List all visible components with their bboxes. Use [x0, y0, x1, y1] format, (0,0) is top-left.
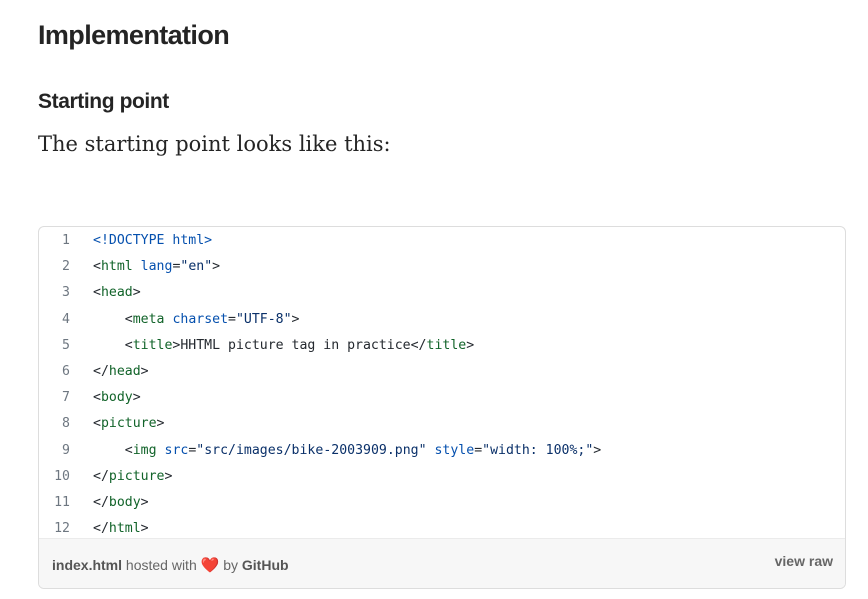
body-paragraph: The starting point looks like this:: [38, 132, 391, 156]
code-line: 3 <head>: [39, 280, 845, 306]
line-number: 7: [62, 390, 70, 406]
gist-embed: 1 <!DOCTYPE html> 2 <html lang="en"> 3 <head>…: [38, 226, 846, 589]
gist-filename-link[interactable]: index.html: [52, 557, 122, 573]
code-token: >HHTML picture tag in practice</: [172, 337, 427, 353]
code-token: </: [93, 468, 109, 484]
code-token: head: [108, 363, 141, 379]
line-number: 10: [54, 468, 70, 484]
code-text: </body>: [93, 490, 149, 516]
code-text: </picture>: [93, 464, 172, 490]
line-number: 9: [62, 442, 70, 458]
code-text: <html lang="en">: [93, 254, 220, 280]
code-block: 1 <!DOCTYPE html> 2 <html lang="en"> 3 <head>…: [39, 227, 845, 541]
line-number: 3: [62, 285, 70, 301]
code-token: <!DOCTYPE html>: [93, 233, 213, 248]
code-text: <meta charset="UTF-8">: [93, 307, 300, 333]
code-line: 2 <html lang="en">: [39, 254, 845, 280]
code-token: >: [140, 521, 149, 537]
code-token: >: [291, 311, 300, 327]
code-line: 9 <img src = "src/images/bike-2003909.png"…: [39, 438, 845, 464]
code-line: 4 <meta charset="UTF-8">: [39, 307, 845, 333]
by-text: by: [223, 557, 238, 573]
code-line: 6 </head>: [39, 359, 845, 385]
code-line: 5 <title>HHTML picture tag in practice</…: [39, 333, 845, 359]
code-text: <title>HHTML picture tag in practice</ti…: [93, 333, 474, 359]
code-token: >: [593, 442, 602, 458]
code-token: <: [124, 337, 133, 353]
code-token: body: [100, 390, 133, 406]
code-token: >: [132, 285, 141, 301]
code-token: body: [108, 494, 141, 510]
heart-icon: ❤️: [200, 557, 220, 574]
code-token: charset: [172, 311, 229, 327]
code-token: style: [434, 442, 475, 458]
code-token: >: [156, 416, 165, 432]
gist-meta: index.html hosted with ❤️ by GitHub: [52, 556, 289, 574]
hosted-with-text: hosted with: [125, 557, 197, 573]
code-token: head: [100, 285, 133, 301]
code-line: 10 </picture>: [39, 464, 845, 490]
subsection-heading: Starting point: [38, 90, 169, 113]
line-number: 6: [62, 363, 70, 379]
code-token: meta: [132, 311, 165, 327]
code-token: <: [93, 390, 101, 406]
code-text: </head>: [93, 359, 149, 385]
code-token: img: [132, 442, 157, 458]
line-number: 5: [62, 337, 70, 353]
code-token: html: [108, 521, 141, 537]
code-token: "en": [180, 259, 213, 275]
code-text: <img src = "src/images/bike-2003909.png" s…: [93, 438, 601, 464]
code-token: >: [132, 390, 141, 406]
code-token: <: [124, 311, 133, 327]
line-number: 11: [54, 494, 70, 510]
code-token: >: [466, 337, 475, 353]
code-token: "src/images/bike-2003909.png": [196, 442, 427, 458]
code-line: 1 <!DOCTYPE html>: [39, 228, 845, 254]
code-line: 11 </body>: [39, 490, 845, 516]
code-token: >: [212, 259, 221, 275]
code-token: </: [93, 363, 109, 379]
code-line: 8 <picture>: [39, 411, 845, 437]
code-text: <head>: [93, 280, 141, 306]
github-link[interactable]: GitHub: [242, 557, 289, 573]
code-token: =: [228, 311, 236, 327]
code-token: <: [124, 442, 133, 458]
code-token: html: [100, 259, 133, 275]
code-token: picture: [100, 416, 157, 432]
code-text: <!DOCTYPE html>: [93, 228, 212, 254]
code-token: >: [140, 363, 149, 379]
line-number: 8: [62, 416, 70, 432]
line-number: 2: [62, 259, 70, 275]
code-text: <picture>: [93, 411, 164, 437]
code-token: <: [93, 416, 101, 432]
gist-footer: index.html hosted with ❤️ by GitHub view…: [39, 538, 845, 588]
code-token: >: [164, 468, 173, 484]
code-token: >: [140, 494, 149, 510]
code-token: <: [93, 285, 101, 301]
code-token: </: [93, 521, 109, 537]
section-heading: Implementation: [38, 20, 230, 50]
code-token: src: [164, 442, 189, 458]
code-line: 7 <body>: [39, 385, 845, 411]
code-token: </: [93, 494, 109, 510]
code-token: title: [132, 337, 173, 353]
code-token: title: [426, 337, 467, 353]
line-number: 4: [62, 311, 70, 327]
code-token: "UTF-8": [235, 311, 292, 327]
view-raw-link[interactable]: view raw: [775, 553, 833, 569]
code-token: lang: [140, 259, 173, 275]
code-token: =: [474, 442, 483, 458]
code-token: <: [93, 259, 101, 275]
code-text: <body>: [93, 385, 141, 411]
line-number: 1: [62, 233, 70, 248]
code-token: picture: [108, 468, 165, 484]
code-token: "width: 100%;": [482, 442, 594, 458]
